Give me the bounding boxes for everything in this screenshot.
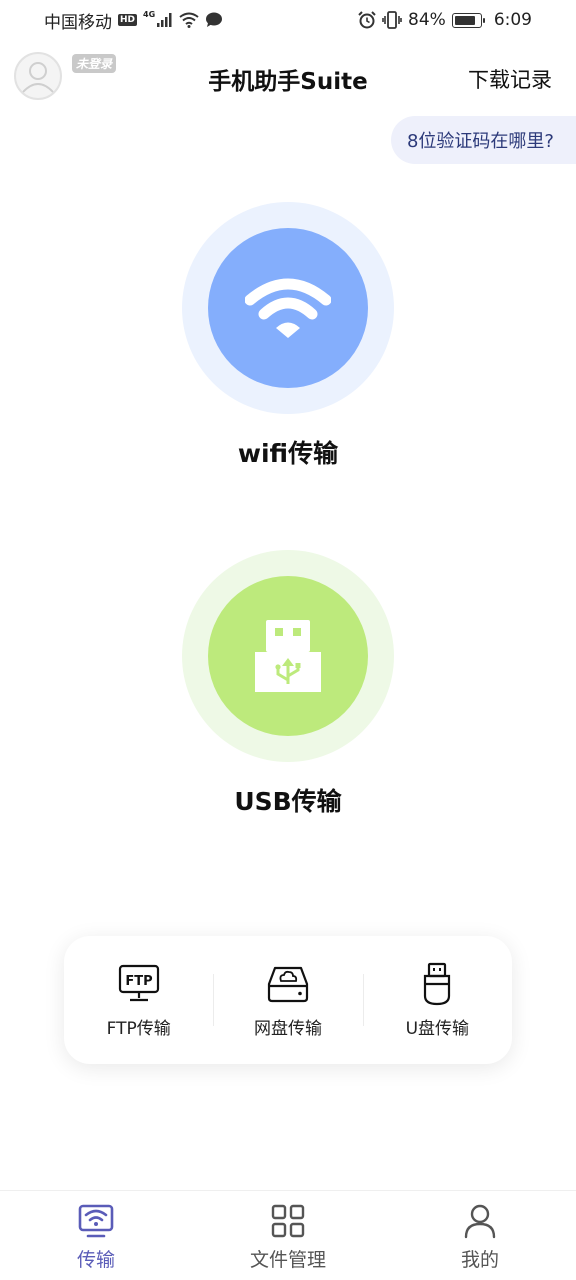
wifi-transfer-button[interactable] bbox=[208, 228, 368, 388]
app-header: 未登录 手机助手Suite 下载记录 bbox=[0, 44, 576, 108]
hd-badge: HD bbox=[118, 14, 138, 26]
tab-mine-label: 我的 bbox=[460, 1249, 499, 1271]
status-right: 84% 6:09 bbox=[358, 10, 532, 30]
transfer-tab-icon bbox=[78, 1203, 114, 1239]
usb-halo[interactable] bbox=[182, 550, 394, 762]
tab-file-management[interactable]: 文件管理 bbox=[192, 1191, 384, 1280]
status-left: 中国移动 HD 4G bbox=[44, 8, 223, 33]
carrier-name: 中国移动 bbox=[44, 12, 112, 33]
usb-transfer-label: USB传输 bbox=[234, 787, 342, 816]
grid-icon bbox=[270, 1203, 306, 1239]
wifi-transfer-label: wifi传输 bbox=[237, 439, 339, 468]
verification-code-help-button[interactable]: 8位验证码在哪里? bbox=[390, 116, 576, 164]
tab-file-management-label: 文件管理 bbox=[249, 1249, 326, 1271]
cloud-disk-transfer-label: 网盘传输 bbox=[253, 1018, 322, 1039]
ftp-icon: FTP bbox=[117, 962, 161, 1006]
help-question-text: 8位验证码在哪里? bbox=[406, 131, 554, 152]
wifi-halo[interactable] bbox=[182, 202, 394, 414]
alarm-icon bbox=[358, 11, 376, 29]
cloud-disk-transfer-button[interactable]: 网盘传输 bbox=[213, 936, 362, 1064]
u-disk-transfer-label: U盘传输 bbox=[405, 1018, 470, 1039]
tab-transfer-label: 传输 bbox=[76, 1249, 115, 1271]
signal-icon bbox=[157, 13, 172, 27]
ftp-transfer-label: FTP传输 bbox=[106, 1018, 171, 1039]
download-records-link[interactable]: 下载记录 bbox=[468, 64, 552, 94]
u-disk-icon bbox=[415, 962, 459, 1006]
transfer-tools-panel: FTP FTP传输 网盘传输 U盘传输 bbox=[64, 936, 512, 1064]
message-icon bbox=[206, 12, 223, 27]
person-icon bbox=[462, 1203, 498, 1239]
u-disk-transfer-button[interactable]: U盘传输 bbox=[362, 936, 512, 1064]
cloud-disk-icon bbox=[266, 962, 310, 1006]
usb-transfer-card[interactable]: USB传输 bbox=[0, 550, 576, 818]
battery-percent: 84% bbox=[408, 10, 446, 30]
tab-transfer[interactable]: 传输 bbox=[0, 1191, 192, 1280]
wifi-icon bbox=[245, 278, 331, 338]
login-status-badge[interactable]: 未登录 bbox=[72, 54, 117, 73]
status-bar: 中国移动 HD 4G 84% 6:09 bbox=[0, 0, 576, 40]
bottom-navigation: 传输 文件管理 我的 bbox=[0, 1190, 576, 1280]
svg-text:FTP: FTP bbox=[125, 974, 152, 989]
network-type: 4G bbox=[143, 9, 156, 19]
vibrate-icon bbox=[382, 11, 402, 29]
ftp-transfer-button[interactable]: FTP FTP传输 bbox=[64, 936, 213, 1064]
avatar[interactable] bbox=[14, 52, 62, 100]
usb-transfer-button[interactable] bbox=[208, 576, 368, 736]
wifi-status-icon bbox=[179, 12, 199, 28]
tab-mine[interactable]: 我的 bbox=[384, 1191, 576, 1280]
default-avatar-icon bbox=[22, 62, 54, 93]
wifi-transfer-card[interactable]: wifi传输 bbox=[0, 202, 576, 470]
usb-drive-icon bbox=[255, 620, 321, 692]
clock: 6:09 bbox=[493, 10, 532, 30]
battery-icon bbox=[451, 12, 485, 28]
